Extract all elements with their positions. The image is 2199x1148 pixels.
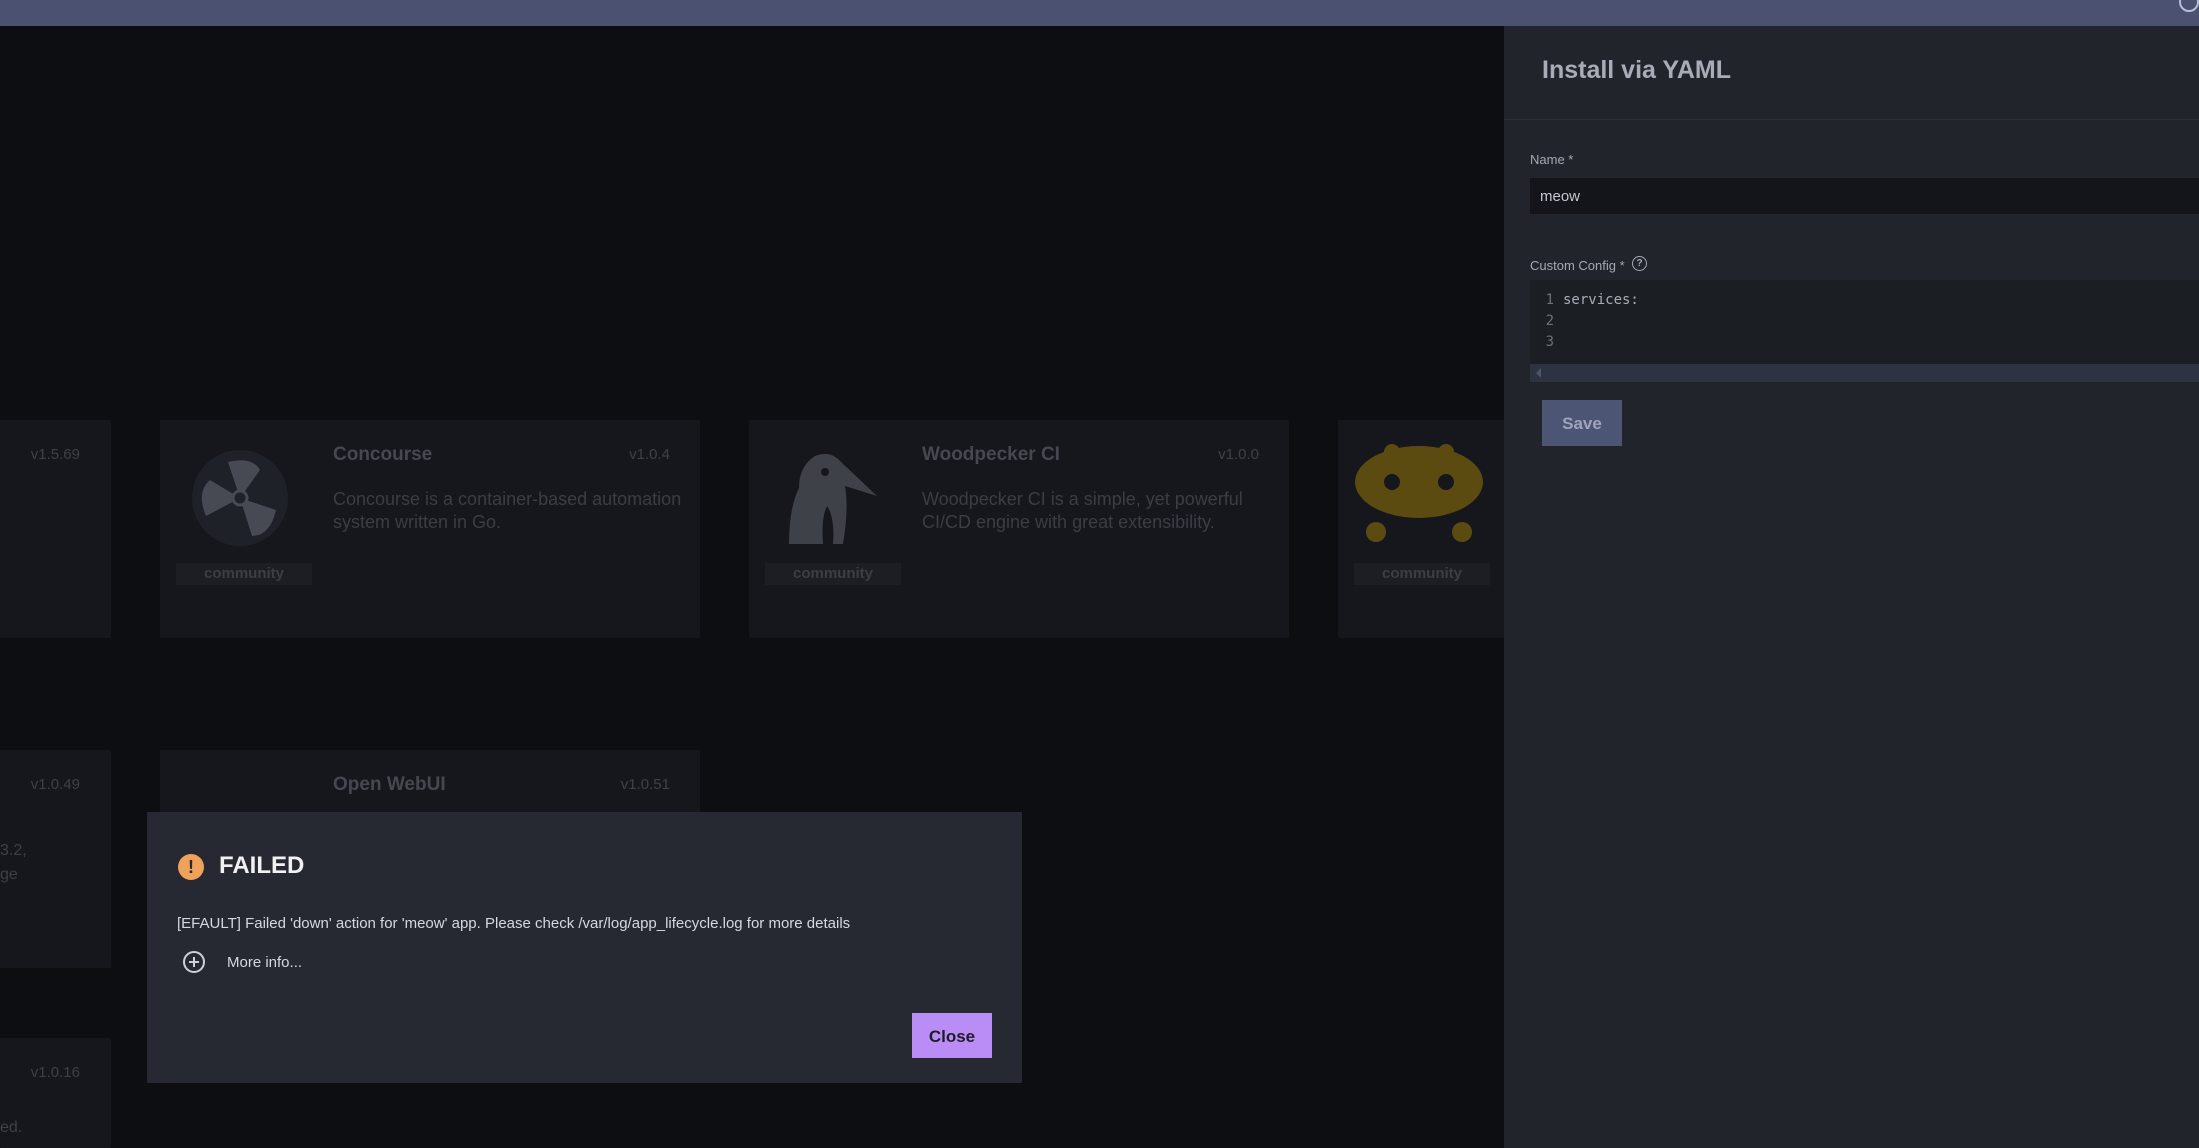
warning-circle-icon: ! — [178, 854, 204, 880]
line-number: 3 — [1545, 334, 1554, 350]
app-card-woodpecker-ci[interactable]: Woodpecker CI v1.0.0 Woodpecker CI is a … — [749, 420, 1289, 638]
more-info-toggle[interactable]: More info... — [183, 947, 302, 977]
top-bar — [0, 0, 2199, 26]
dialog-title: FAILED — [219, 852, 305, 879]
app-version: v1.0.0 — [1218, 446, 1259, 463]
app-card-partial[interactable]: v1.0.16 ed. — [0, 1038, 111, 1148]
panel-title: Install via YAML — [1542, 56, 1731, 84]
app-version: v1.0.4 — [629, 446, 670, 463]
app-description: Woodpecker CI is a simple, yet powerful … — [922, 489, 1243, 532]
line-numbers: 1 2 3 — [1530, 290, 1554, 353]
app-description: Concourse is a container-based automatio… — [333, 489, 682, 532]
error-dialog: ! FAILED [EFAULT] Failed 'down' action f… — [147, 812, 1022, 1083]
community-badge: community — [176, 563, 312, 585]
close-button[interactable]: Close — [912, 1013, 992, 1058]
code-content[interactable]: services: — [1563, 290, 1639, 353]
community-badge: community — [1354, 563, 1490, 585]
app-description-fragment: ge — [0, 866, 18, 883]
yaml-code-editor[interactable]: 1 2 3 services: — [1530, 280, 2199, 382]
app-name: Open WebUI — [333, 774, 446, 795]
more-info-label[interactable]: More info... — [227, 954, 302, 971]
save-button[interactable]: Save — [1542, 400, 1622, 446]
code-line[interactable] — [1563, 332, 1639, 353]
custom-config-label: Custom Config * — [1530, 258, 1625, 273]
app-card-partial[interactable]: v1.5.69 — [0, 420, 111, 638]
app-version: v1.0.51 — [620, 776, 670, 793]
line-number: 2 — [1545, 313, 1554, 329]
error-message: [EFAULT] Failed 'down' action for 'meow'… — [177, 915, 851, 932]
app-version: v1.0.49 — [30, 776, 80, 793]
horizontal-scrollbar[interactable] — [1530, 364, 2199, 382]
app-card-concourse[interactable]: Concourse v1.0.4 Concourse is a containe… — [160, 420, 700, 638]
app-description-fragment: 3.2, — [0, 842, 27, 859]
app-card-partial[interactable]: community — [1338, 420, 1504, 638]
install-yaml-panel: Install via YAML Name * Custom Config * … — [1504, 26, 2199, 1148]
plus-circle-icon[interactable] — [183, 951, 205, 973]
code-line[interactable]: services: — [1563, 290, 1639, 311]
woodpecker-logo-icon — [789, 454, 877, 544]
app-card-partial[interactable]: v1.0.49 3.2, ge — [0, 750, 111, 968]
app-description-fragment: ed. — [0, 1119, 23, 1136]
community-badge: community — [765, 563, 901, 585]
app-version: v1.0.16 — [30, 1064, 80, 1081]
propeller-logo-icon — [192, 450, 288, 546]
panel-header: Install via YAML — [1504, 26, 2199, 120]
line-number: 1 — [1545, 292, 1554, 308]
name-label: Name * — [1530, 152, 1574, 167]
name-input[interactable] — [1530, 178, 2199, 214]
code-line[interactable] — [1563, 311, 1639, 332]
app-name: Woodpecker CI — [922, 444, 1060, 465]
app-logo-icon — [1355, 444, 1483, 542]
scroll-left-arrow-icon[interactable] — [1536, 368, 1541, 378]
question-circle-icon[interactable]: ? — [1632, 256, 1647, 271]
app-name: Concourse — [333, 444, 433, 465]
user-icon[interactable] — [2179, 0, 2199, 12]
app-version: v1.5.69 — [30, 446, 80, 463]
